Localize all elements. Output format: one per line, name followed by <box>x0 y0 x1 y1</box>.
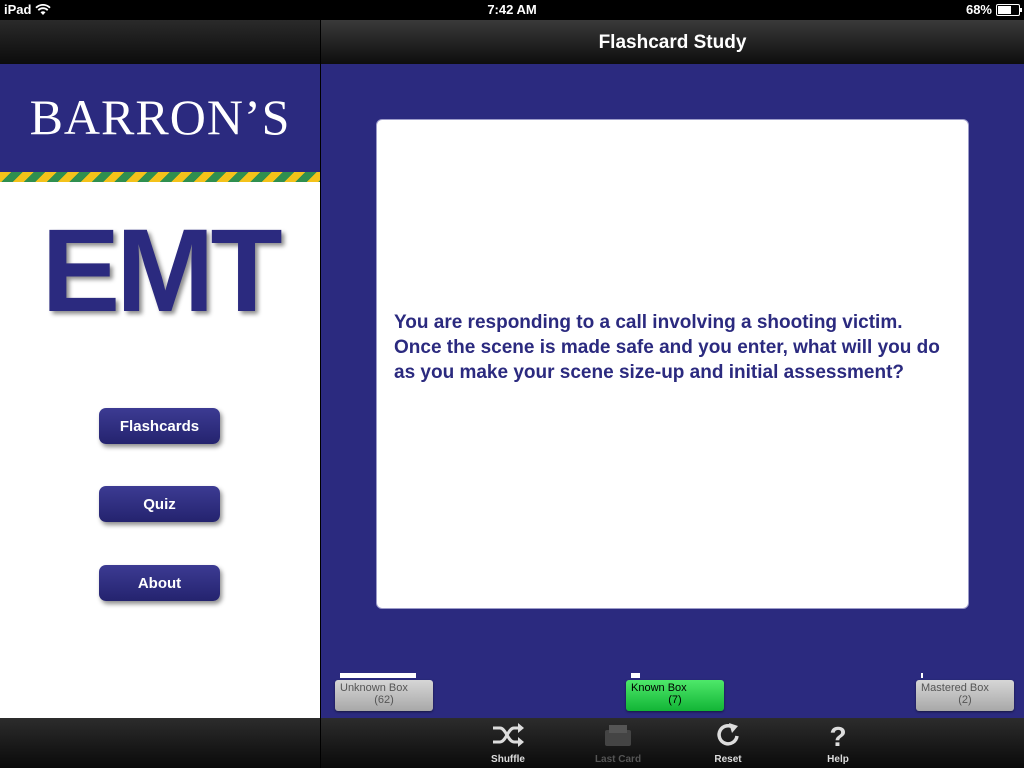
clock: 7:42 AM <box>487 2 537 17</box>
reset-icon <box>717 723 739 746</box>
help-icon: ? <box>829 722 846 748</box>
status-bar: iPad 7:42 AM 68% <box>0 0 1024 20</box>
battery-icon <box>996 3 1022 16</box>
battery-percent: 68% <box>965 2 992 17</box>
unknown-box-label: Unknown Box <box>340 682 408 694</box>
shuffle-button[interactable]: Shuffle <box>473 720 543 766</box>
about-button[interactable]: About <box>99 565 220 601</box>
flashcards-button[interactable]: Flashcards <box>99 408 220 444</box>
flashcard[interactable]: You are responding to a call involving a… <box>376 119 969 609</box>
known-box-label: Known Box <box>631 682 687 694</box>
barrons-logo: BARRON’S <box>29 89 291 145</box>
last-card-label: Last Card <box>594 754 642 765</box>
unknown-box-button[interactable]: Unknown Box (62) <box>335 673 433 711</box>
unknown-box-progress <box>340 673 416 678</box>
quiz-button[interactable]: Quiz <box>99 486 220 522</box>
reset-button[interactable]: Reset <box>693 720 763 766</box>
mastered-box-count: (2) <box>958 694 972 706</box>
mastered-box-progress <box>921 673 923 678</box>
sidebar-bottom-bar <box>0 718 320 768</box>
help-label: Help <box>827 754 849 765</box>
decorative-stripe <box>0 172 320 182</box>
last-card-button[interactable]: Last Card <box>583 720 653 766</box>
shuffle-label: Shuffle <box>491 754 525 765</box>
bottom-toolbar: Shuffle Last Card Reset ? Help <box>321 718 1024 768</box>
unknown-box-count: (62) <box>374 694 394 706</box>
help-button[interactable]: ? Help <box>803 720 873 766</box>
mastered-box-label: Mastered Box <box>921 682 989 694</box>
shuffle-icon <box>493 723 524 747</box>
flashcard-question: You are responding to a call involving a… <box>394 312 940 383</box>
product-title: EMT <box>41 205 282 337</box>
last-card-icon <box>605 725 631 746</box>
sidebar: BARRON’S EMT Flashcards Quiz About <box>0 64 320 718</box>
study-area: You are responding to a call involving a… <box>321 64 1024 718</box>
svg-text:?: ? <box>829 722 846 748</box>
reset-label: Reset <box>714 754 742 765</box>
known-box-progress <box>631 673 640 678</box>
known-box-count: (7) <box>668 694 682 706</box>
mastered-box-button[interactable]: Mastered Box (2) <box>916 673 1014 711</box>
known-box-button[interactable]: Known Box (7) <box>626 673 724 711</box>
brand-header: BARRON’S <box>0 64 320 172</box>
navigation-bar: Flashcard Study <box>321 20 1024 64</box>
page-title: Flashcard Study <box>598 32 747 53</box>
sidebar-top-bar <box>0 20 320 65</box>
